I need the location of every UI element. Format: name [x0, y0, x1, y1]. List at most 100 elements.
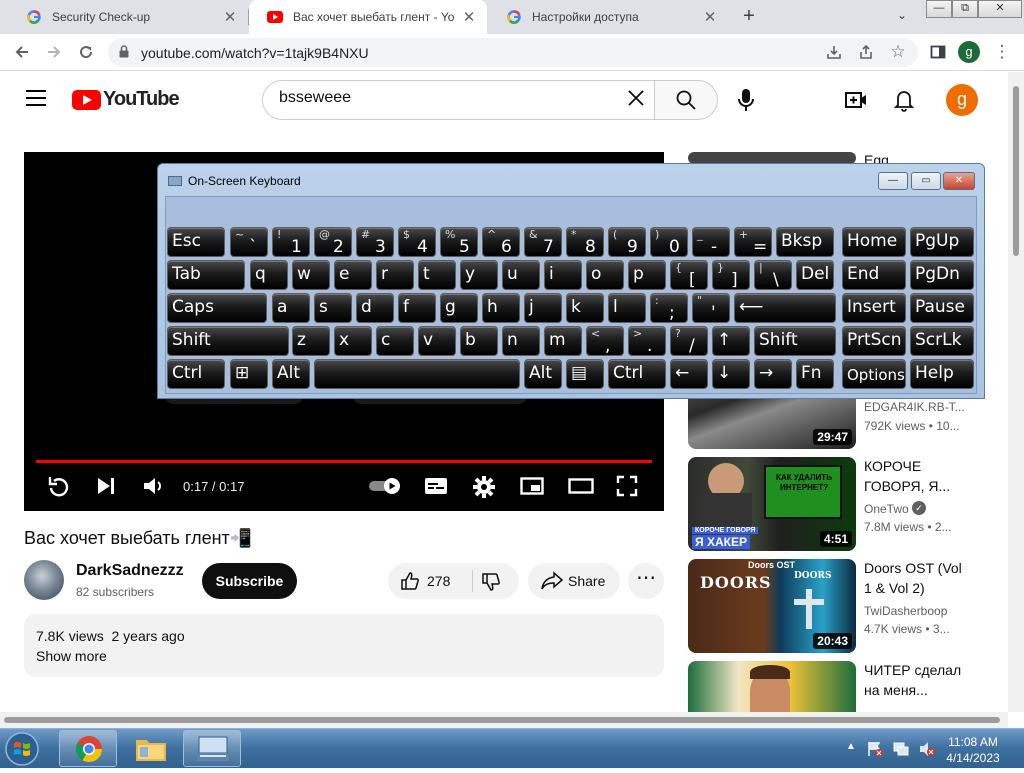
vertical-scrollbar[interactable]: [1008, 72, 1024, 712]
key-8[interactable]: * 8: [566, 227, 604, 257]
key-pause[interactable]: Pause: [910, 293, 974, 323]
key-s[interactable]: s: [314, 293, 352, 323]
horizontal-scrollbar[interactable]: [0, 712, 1008, 728]
key-▤[interactable]: ▤: [566, 359, 604, 389]
install-app-icon[interactable]: [822, 40, 846, 64]
key-⊞[interactable]: ⊞: [230, 359, 268, 389]
microphone-icon[interactable]: [734, 86, 758, 114]
channel-avatar[interactable]: [24, 560, 64, 600]
key-h[interactable]: h: [482, 293, 520, 323]
profile-avatar[interactable]: g: [958, 41, 980, 63]
key-v[interactable]: v: [418, 326, 456, 356]
key-6[interactable]: ^ 6: [482, 227, 520, 257]
key-7[interactable]: & 7: [524, 227, 562, 257]
create-video-icon[interactable]: [844, 88, 868, 112]
menu-kebab-icon[interactable]: ⋮: [990, 40, 1014, 64]
key-pgdn[interactable]: PgDn: [910, 260, 974, 290]
dislike-thumb-down-icon[interactable]: [480, 571, 502, 593]
key-z[interactable]: z: [292, 326, 330, 356]
key-alt[interactable]: Alt: [272, 359, 310, 389]
key-t[interactable]: t: [418, 260, 456, 290]
osk-maximize-button[interactable]: ▭: [911, 172, 941, 190]
search-button[interactable]: [654, 80, 718, 120]
share-button[interactable]: Share: [528, 563, 620, 599]
channel-name[interactable]: DarkSadnezzz: [76, 562, 184, 580]
key-c[interactable]: c: [376, 326, 414, 356]
key-←[interactable]: ←: [670, 359, 708, 389]
address-bar[interactable]: youtube.com/watch?v=1tajk9B4NXU: [108, 38, 918, 67]
key-5[interactable]: % 5: [440, 227, 478, 257]
show-hidden-icons-icon[interactable]: ▲: [846, 741, 856, 752]
next-video-icon[interactable]: [96, 475, 116, 502]
tab-search-chevron-icon[interactable]: ⌄: [897, 8, 907, 22]
close-window-button[interactable]: ✕: [978, 0, 1022, 18]
description-box[interactable]: 7.8K views 2 years ago Show more: [24, 614, 664, 677]
show-more-link[interactable]: Show more: [36, 648, 107, 664]
key-end[interactable]: End: [842, 260, 906, 290]
key-ctrl[interactable]: Ctrl: [608, 359, 666, 389]
key-'[interactable]: " ': [692, 293, 730, 323]
osk-close-button[interactable]: ✕: [943, 172, 975, 190]
share-page-icon[interactable]: [854, 40, 878, 64]
like-thumb-up-icon[interactable]: [399, 570, 421, 592]
close-icon[interactable]: ✕: [222, 8, 238, 26]
back-arrow-icon[interactable]: [10, 40, 34, 64]
key-bksp[interactable]: Bksp: [776, 227, 834, 257]
key-tab[interactable]: Tab: [167, 260, 245, 290]
tab-youtube-video[interactable]: Вас хочет выебать глент⁠ - You ✕: [249, 0, 487, 34]
key-esc[interactable]: Esc: [167, 227, 225, 257]
theater-mode-icon[interactable]: [568, 475, 594, 502]
recommendation-thumbnail[interactable]: Doors OST DOORS DOORS 20:43: [688, 559, 856, 653]
new-tab-button[interactable]: +: [737, 5, 761, 29]
key-i[interactable]: i: [544, 260, 582, 290]
minimize-button[interactable]: —: [926, 0, 952, 18]
key-b[interactable]: b: [460, 326, 498, 356]
on-screen-keyboard-window[interactable]: On-Screen Keyboard — ▭ ✕ Esc ~ `! 1 @2 #3 $4% 5…: [157, 163, 985, 399]
key-n[interactable]: n: [502, 326, 540, 356]
tab-access-settings[interactable]: Настройки доступа ✕: [488, 0, 728, 34]
account-avatar[interactable]: g: [946, 84, 978, 116]
side-panel-icon[interactable]: [926, 40, 950, 64]
action-center-flag-icon[interactable]: [866, 740, 884, 758]
miniplayer-icon[interactable]: [520, 475, 544, 502]
search-box[interactable]: [262, 80, 654, 120]
key-/[interactable]: ? /: [670, 326, 708, 356]
key-j[interactable]: j: [524, 293, 562, 323]
network-icon[interactable]: [892, 740, 910, 758]
youtube-logo[interactable]: YouTube: [72, 88, 180, 111]
settings-gear-icon[interactable]: [472, 475, 496, 504]
key-ctrl[interactable]: Ctrl: [167, 359, 225, 389]
key-caps[interactable]: Caps: [167, 293, 267, 323]
key-e[interactable]: e: [334, 260, 372, 290]
key-\[interactable]: | \: [754, 260, 792, 290]
maximize-button[interactable]: ⧉: [952, 0, 978, 18]
close-icon[interactable]: ✕: [461, 8, 477, 26]
key-↓[interactable]: ↓: [712, 359, 750, 389]
key-y[interactable]: y: [460, 260, 498, 290]
key-space[interactable]: [314, 359, 520, 389]
key-3[interactable]: #3: [356, 227, 394, 257]
key-⟵[interactable]: ⟵: [734, 293, 836, 323]
forward-arrow-icon[interactable]: [42, 40, 66, 64]
key-a[interactable]: a: [272, 293, 310, 323]
key-pgup[interactable]: PgUp: [910, 227, 974, 257]
key-del[interactable]: Del: [796, 260, 834, 290]
replay-icon[interactable]: [48, 475, 70, 504]
key-1[interactable]: ! 1: [272, 227, 310, 257]
osk-minimize-button[interactable]: —: [878, 172, 908, 190]
search-input[interactable]: [279, 89, 629, 107]
key-p[interactable]: p: [628, 260, 666, 290]
progress-bar[interactable]: [36, 460, 652, 463]
key-[[interactable]: {[: [670, 260, 708, 290]
recommendation-title[interactable]: Doors OST (Vol 1 & Vol 2): [864, 558, 964, 598]
key-alt[interactable]: Alt: [524, 359, 562, 389]
key-q[interactable]: q: [250, 260, 288, 290]
key-home[interactable]: Home: [842, 227, 906, 257]
key-r[interactable]: r: [376, 260, 414, 290]
key-u[interactable]: u: [502, 260, 540, 290]
key-x[interactable]: x: [334, 326, 372, 356]
recommendation-thumbnail[interactable]: КАК УДАЛИТЬ ИНТЕРНЕТ? КОРОЧЕ ГОВОРЯ Я ХА…: [688, 457, 856, 551]
key-][interactable]: }]: [712, 260, 750, 290]
key-o[interactable]: o: [586, 260, 624, 290]
start-button[interactable]: [2, 730, 48, 768]
